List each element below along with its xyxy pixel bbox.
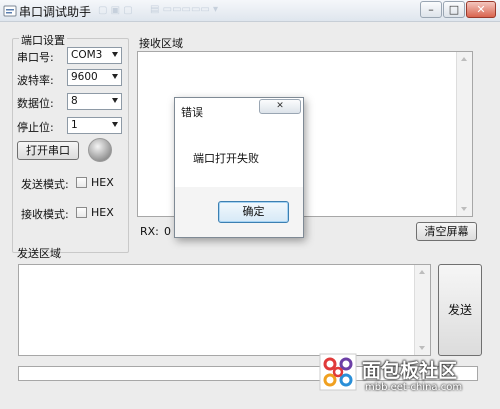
watermark-subtitle: mbb.eet-china.com xyxy=(365,382,463,393)
watermark: 面包板社区 mbb.eet-china.com xyxy=(318,352,498,406)
send-textarea[interactable] xyxy=(18,264,431,356)
dialog-close-button[interactable]: ✕ xyxy=(259,99,301,114)
scroll-up-icon xyxy=(419,270,425,274)
send-area-label: 发送区域 xyxy=(17,247,61,260)
ghost-tab-icon: ▢ ▣ ▢ xyxy=(98,5,133,16)
port-label: 串口号: xyxy=(17,51,54,64)
error-dialog-titlebar: 错误 ✕ xyxy=(175,98,303,123)
rx-label: RX: xyxy=(140,225,159,238)
port-select[interactable]: COM3 xyxy=(67,47,122,64)
close-button[interactable]: ✕ xyxy=(466,1,496,18)
databits-select[interactable]: 8 xyxy=(67,93,122,110)
receive-area-label: 接收区域 xyxy=(139,37,183,50)
recv-hex-label: HEX xyxy=(91,206,114,219)
clear-screen-button[interactable]: 清空屏幕 xyxy=(416,222,477,241)
port-value: COM3 xyxy=(71,49,103,61)
error-dialog-title: 错误 xyxy=(181,106,203,119)
chevron-down-icon xyxy=(112,52,118,57)
scroll-down-icon xyxy=(461,207,467,211)
minimize-button[interactable]: – xyxy=(420,1,442,18)
databits-value: 8 xyxy=(71,95,78,107)
chevron-down-icon xyxy=(112,98,118,103)
send-button[interactable]: 发送 xyxy=(438,264,482,356)
chevron-down-icon xyxy=(112,74,118,79)
watermark-title: 面包板社区 xyxy=(362,360,458,382)
baud-value: 9600 xyxy=(71,71,98,83)
ok-button[interactable]: 确定 xyxy=(218,201,289,223)
error-dialog-body: 端口打开失败 xyxy=(175,122,303,187)
watermark-logo-icon xyxy=(319,353,357,391)
baud-select[interactable]: 9600 xyxy=(67,69,122,86)
error-dialog: 错误 ✕ 端口打开失败 确定 xyxy=(174,97,304,238)
maximize-button[interactable]: □ xyxy=(443,1,465,18)
stopbits-value: 1 xyxy=(71,119,78,131)
send-hex-label: HEX xyxy=(91,176,114,189)
chevron-down-icon xyxy=(112,122,118,127)
send-mode-label: 发送模式: xyxy=(21,178,69,191)
app-icon xyxy=(3,5,17,17)
port-status-indicator-icon xyxy=(88,138,112,162)
ghost-tab-icon: ▤ ▭▭▭▭▭ ▾ xyxy=(150,4,219,15)
scroll-down-icon xyxy=(419,346,425,350)
stopbits-label: 停止位: xyxy=(17,121,54,134)
recv-mode-label: 接收模式: xyxy=(21,208,69,221)
rx-count: 0 xyxy=(164,225,171,238)
send-hex-checkbox[interactable] xyxy=(76,177,87,188)
port-settings-legend: 端口设置 xyxy=(19,32,67,48)
databits-label: 数据位: xyxy=(17,97,54,110)
stopbits-select[interactable]: 1 xyxy=(67,117,122,134)
recv-hex-checkbox[interactable] xyxy=(76,207,87,218)
error-message: 端口打开失败 xyxy=(193,152,259,165)
scroll-up-icon xyxy=(461,57,467,61)
receive-scrollbar[interactable] xyxy=(456,52,472,216)
window-title: 串口调试助手 xyxy=(19,5,92,19)
title-bar: 串口调试助手 ▢ ▣ ▢ ▤ ▭▭▭▭▭ ▾ – □ ✕ xyxy=(0,0,500,22)
baud-label: 波特率: xyxy=(17,74,54,87)
send-scrollbar[interactable] xyxy=(414,265,430,355)
open-port-button[interactable]: 打开串口 xyxy=(17,141,79,160)
